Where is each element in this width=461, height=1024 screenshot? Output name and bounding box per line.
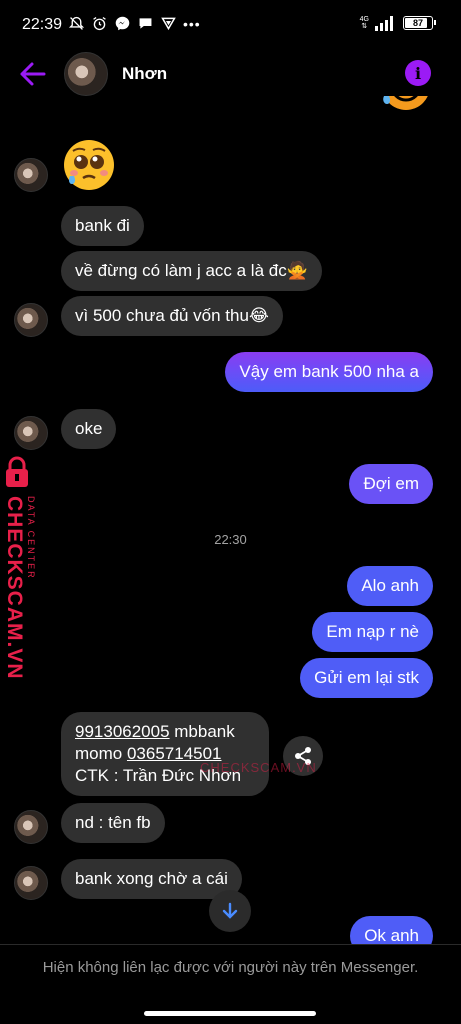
watermark-brand: CHECKSCAM.VN xyxy=(3,496,26,680)
alarm-icon xyxy=(93,17,106,31)
contact-avatar[interactable] xyxy=(64,52,108,96)
account-number-link[interactable]: 9913062005 xyxy=(75,722,170,741)
vpn-icon xyxy=(161,17,176,31)
message-outgoing[interactable]: Alo anh xyxy=(347,566,433,606)
back-arrow-icon[interactable] xyxy=(18,60,48,88)
more-notifications-icon: ••• xyxy=(183,15,201,32)
messenger-icon xyxy=(115,16,130,31)
message-incoming[interactable]: về đừng có làm j acc a là đc🙅 xyxy=(61,251,322,291)
chat-bubble-icon xyxy=(139,18,152,29)
message-outgoing[interactable]: Vậy em bank 500 nha a xyxy=(225,352,433,392)
message-outgoing[interactable]: Gửi em lại stk xyxy=(300,658,433,698)
message-incoming[interactable]: vì 500 chưa đủ vốn thu😂 xyxy=(61,296,283,336)
bank-name: mbbank xyxy=(169,722,235,741)
bank-details-message[interactable]: 9913062005 mbbank momo 0365714501 CTK : … xyxy=(61,712,269,796)
watermark-inline: CHECKSCAM.VN xyxy=(200,760,317,775)
signal-icon xyxy=(375,16,393,31)
conversation-header: Nhơn i xyxy=(0,52,461,96)
mute-notification-icon xyxy=(68,16,85,30)
message-incoming[interactable]: nd : tên fb xyxy=(61,803,165,843)
messenger-screen: 22:39 ••• 4G ⇅ 87 Nhơn i bank đi về đừng… xyxy=(0,0,461,1024)
message-timestamp: 22:30 xyxy=(214,532,247,547)
avatar xyxy=(14,416,48,450)
avatar xyxy=(14,866,48,900)
lock-watermark-icon xyxy=(6,456,28,487)
status-time: 22:39 xyxy=(22,16,63,33)
scroll-to-bottom-button[interactable] xyxy=(209,890,251,932)
contact-name[interactable]: Nhơn xyxy=(122,64,167,84)
message-incoming[interactable]: bank đi xyxy=(61,206,144,246)
network-indicator: 4G ⇅ xyxy=(359,16,369,30)
emoji-sticker-partial xyxy=(383,96,428,110)
unavailable-notice: Hiện không liên lạc được với người này t… xyxy=(42,959,419,976)
message-outgoing[interactable]: Ok anh xyxy=(350,916,433,944)
avatar xyxy=(14,810,48,844)
watermark-subtitle: DATA CENTER xyxy=(26,496,36,580)
battery-icon: 87 xyxy=(403,16,436,30)
momo-label: momo xyxy=(75,744,127,763)
home-indicator[interactable] xyxy=(144,1011,316,1016)
message-outgoing[interactable]: Đợi em xyxy=(349,464,433,504)
pleading-face-emoji xyxy=(64,140,114,190)
status-bar: 22:39 ••• 4G ⇅ 87 xyxy=(0,0,461,52)
message-outgoing[interactable]: Em nạp r nè xyxy=(312,612,433,652)
message-incoming[interactable]: oke xyxy=(61,409,117,449)
message-list[interactable]: bank đi về đừng có làm j acc a là đc🙅 vì… xyxy=(0,96,461,944)
message-incoming[interactable]: bank xong chờ a cái xyxy=(61,859,242,899)
avatar xyxy=(14,303,48,337)
arrow-down-icon xyxy=(222,902,238,919)
avatar xyxy=(14,158,48,192)
info-icon[interactable]: i xyxy=(405,60,431,86)
